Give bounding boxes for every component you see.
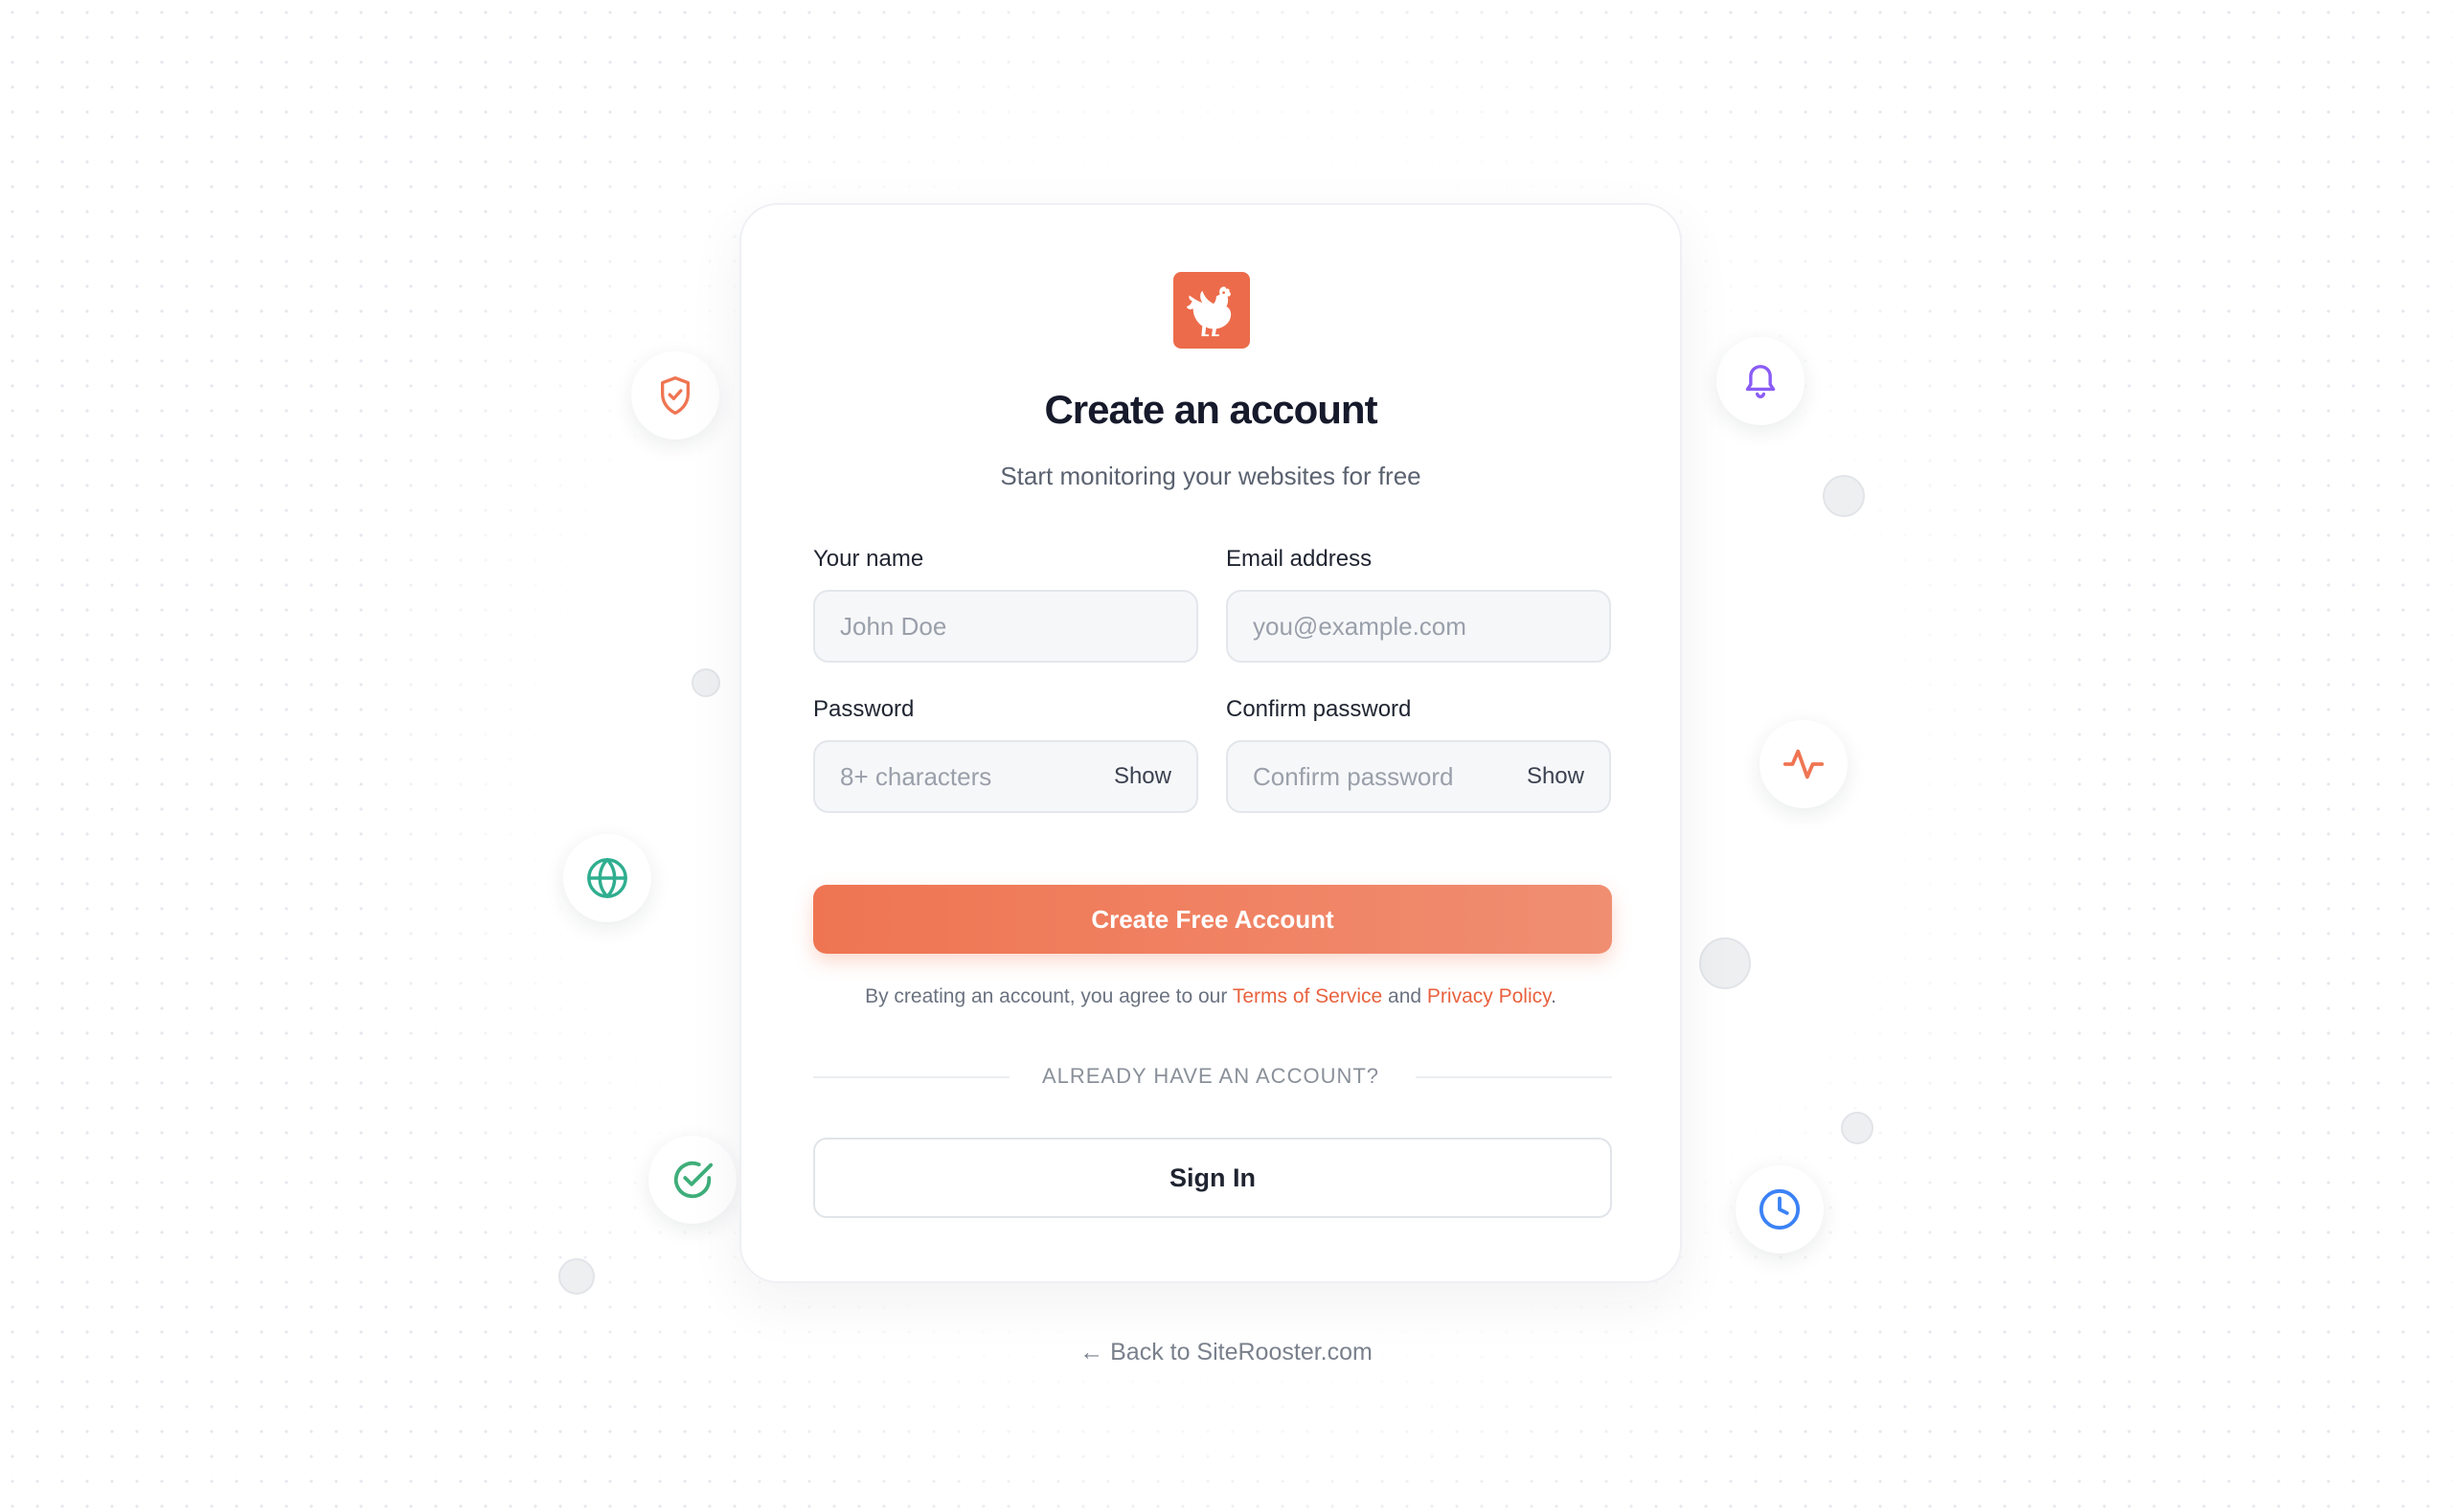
password-label: Password [813, 696, 915, 722]
confirm-password-show-toggle[interactable]: Show [1527, 763, 1584, 790]
activity-icon [1760, 720, 1848, 808]
email-placeholder: you@example.com [1253, 611, 1466, 641]
decorative-dot [558, 1258, 595, 1295]
privacy-policy-link[interactable]: Privacy Policy [1427, 985, 1551, 1007]
name-placeholder: John Doe [840, 611, 947, 641]
signup-card: Create an account Start monitoring your … [739, 203, 1682, 1283]
name-label: Your name [813, 546, 924, 572]
shield-check-icon [631, 351, 719, 440]
arrow-left-icon: ← [1079, 1339, 1104, 1365]
terms-and: and [1388, 985, 1422, 1007]
password-placeholder: 8+ characters [840, 761, 992, 791]
page-title: Create an account [1044, 387, 1377, 432]
divider-text: ALREADY HAVE AN ACCOUNT? [1041, 1064, 1380, 1088]
terms-text: By creating an account, you agree to our… [741, 985, 1680, 1008]
back-link-label: Back to SiteRooster.com [1110, 1339, 1373, 1365]
password-show-toggle[interactable]: Show [1114, 763, 1171, 790]
confirm-password-label: Confirm password [1226, 696, 1412, 722]
terms-of-service-link[interactable]: Terms of Service [1233, 985, 1382, 1007]
decorative-dot [1823, 475, 1865, 517]
sign-in-button[interactable]: Sign In [813, 1138, 1612, 1218]
terms-suffix: . [1551, 985, 1556, 1007]
clock-icon [1736, 1165, 1824, 1253]
create-account-button[interactable]: Create Free Account [813, 885, 1612, 954]
password-field[interactable]: 8+ characters Show [813, 740, 1198, 813]
confirm-password-field[interactable]: Confirm password Show [1226, 740, 1611, 813]
decorative-dot [1841, 1112, 1873, 1144]
email-label: Email address [1226, 546, 1373, 572]
name-field[interactable]: John Doe [813, 590, 1198, 663]
confirm-password-placeholder: Confirm password [1253, 761, 1454, 791]
back-link[interactable]: ← Back to SiteRooster.com [0, 1339, 2452, 1366]
decorative-dot [1699, 937, 1751, 989]
page-subtitle: Start monitoring your websites for free [1000, 462, 1421, 490]
check-circle-icon [648, 1136, 737, 1224]
rooster-logo-icon [1173, 272, 1250, 349]
bell-icon [1716, 337, 1805, 425]
email-field[interactable]: you@example.com [1226, 590, 1611, 663]
terms-prefix: By creating an account, you agree to our [865, 985, 1228, 1007]
decorative-dot [692, 668, 720, 697]
globe-icon [563, 834, 651, 922]
